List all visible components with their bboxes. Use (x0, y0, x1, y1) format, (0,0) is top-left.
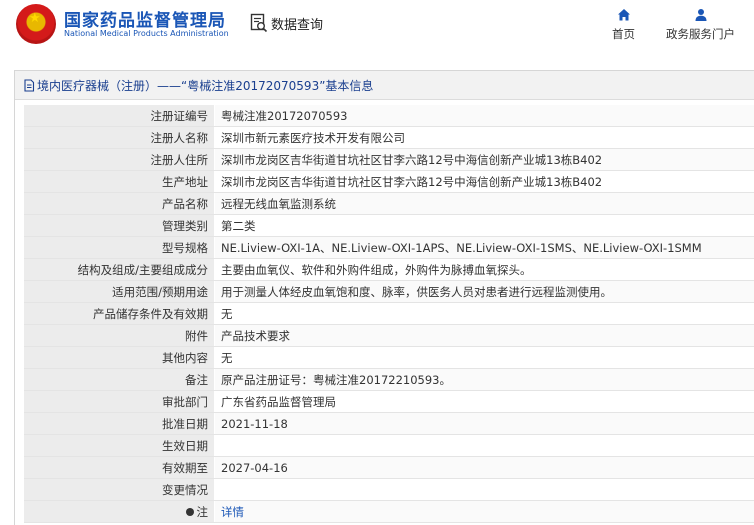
info-row-key: 型号规格 (24, 237, 215, 259)
info-row: 结构及组成/主要组成成分主要由血氧仪、软件和外购件组成，外购件为脉搏血氧探头。 (24, 259, 754, 281)
info-row-value: 第二类 (215, 215, 754, 237)
info-row: 批准日期2021-11-18 (24, 413, 754, 435)
info-row-key: 变更情况 (24, 479, 215, 501)
info-row: 生效日期 (24, 435, 754, 457)
info-row: 管理类别第二类 (24, 215, 754, 237)
nav-service-portal-label: 政务服务门户 (666, 26, 735, 42)
site-logo-subtitle: National Medical Products Administration (64, 29, 229, 38)
nav-service-portal[interactable]: 政务服务门户 (666, 8, 735, 42)
info-row: 注册证编号粤械注准20172070593 (24, 105, 754, 127)
info-row-value: 广东省药品监督管理局 (215, 391, 754, 413)
info-row-key: 批准日期 (24, 413, 215, 435)
info-row-key: 生效日期 (24, 435, 215, 457)
info-row-value: 深圳市新元素医疗技术开发有限公司 (215, 127, 754, 149)
info-row-value: 2021-11-18 (215, 413, 754, 435)
info-row-value: 用于测量人体经皮血氧饱和度、脉率，供医务人员对患者进行远程监测使用。 (215, 281, 754, 303)
info-row-value: 主要由血氧仪、软件和外购件组成，外购件为脉搏血氧探头。 (215, 259, 754, 281)
note-row: 注详情 (24, 501, 754, 523)
note-row-key-label: 注 (197, 505, 209, 519)
info-row: 有效期至2027-04-16 (24, 457, 754, 479)
panel-title: 境内医疗器械（注册）——“粤械注准20172070593”基本信息 (37, 77, 373, 94)
info-row-key: 注册人住所 (24, 149, 215, 171)
top-bar: ★ 国家药品监督管理局 National Medical Products Ad… (0, 0, 754, 56)
info-row-key: 管理类别 (24, 215, 215, 237)
info-row-key: 附件 (24, 325, 215, 347)
data-query-label: 数据查询 (271, 14, 323, 33)
national-emblem-logo: ★ (16, 4, 56, 44)
info-row: 其他内容无 (24, 347, 754, 369)
info-row: 注册人住所深圳市龙岗区吉华街道甘坑社区甘李六路12号中海信创新产业城13栋B40… (24, 149, 754, 171)
info-row: 产品储存条件及有效期无 (24, 303, 754, 325)
info-row: 注册人名称深圳市新元素医疗技术开发有限公司 (24, 127, 754, 149)
info-row-value: 无 (215, 303, 754, 325)
info-row-value (215, 479, 754, 501)
info-row: 备注原产品注册证号：粤械注准20172210593。 (24, 369, 754, 391)
data-query-link[interactable]: 数据查询 (250, 12, 323, 34)
info-row-key: 其他内容 (24, 347, 215, 369)
info-row-key: 适用范围/预期用途 (24, 281, 215, 303)
nav-home[interactable]: 首页 (612, 8, 635, 42)
info-row-value (215, 435, 754, 457)
info-row-key: 产品名称 (24, 193, 215, 215)
info-row-value: 产品技术要求 (215, 325, 754, 347)
detail-link[interactable]: 详情 (221, 505, 244, 519)
document-icon (23, 79, 35, 92)
info-row: 生产地址深圳市龙岗区吉华街道甘坑社区甘李六路12号中海信创新产业城13栋B402 (24, 171, 754, 193)
info-row-value: 无 (215, 347, 754, 369)
note-row-key: 注 (24, 501, 215, 523)
info-row-value: 原产品注册证号：粤械注准20172210593。 (215, 369, 754, 391)
info-row: 产品名称远程无线血氧监测系统 (24, 193, 754, 215)
info-row: 附件产品技术要求 (24, 325, 754, 347)
panel-header: 境内医疗器械（注册）——“粤械注准20172070593”基本信息 (15, 71, 754, 100)
note-row-value: 详情 (215, 501, 754, 523)
info-row-key: 注册证编号 (24, 105, 215, 127)
info-row-value: 远程无线血氧监测系统 (215, 193, 754, 215)
info-row-value: NE.Liview-OXI-1A、NE.Liview-OXI-1APS、NE.L… (215, 237, 754, 259)
site-logo-title[interactable]: 国家药品监督管理局 (64, 6, 226, 31)
info-row-key: 有效期至 (24, 457, 215, 479)
info-row-key: 产品储存条件及有效期 (24, 303, 215, 325)
info-row: 变更情况 (24, 479, 754, 501)
info-row: 适用范围/预期用途用于测量人体经皮血氧饱和度、脉率，供医务人员对患者进行远程监测… (24, 281, 754, 303)
info-row-key: 注册人名称 (24, 127, 215, 149)
info-row-value: 深圳市龙岗区吉华街道甘坑社区甘李六路12号中海信创新产业城13栋B402 (215, 171, 754, 193)
user-icon (694, 8, 708, 22)
info-row: 审批部门广东省药品监督管理局 (24, 391, 754, 413)
info-table: 注册证编号粤械注准20172070593注册人名称深圳市新元素医疗技术开发有限公… (24, 105, 754, 523)
home-icon (617, 8, 631, 22)
detail-panel: 境内医疗器械（注册）——“粤械注准20172070593”基本信息 注册证编号粤… (14, 70, 754, 525)
data-query-icon (250, 13, 268, 33)
info-dot-icon (186, 508, 194, 516)
info-row-key: 生产地址 (24, 171, 215, 193)
info-row: 型号规格NE.Liview-OXI-1A、NE.Liview-OXI-1APS、… (24, 237, 754, 259)
info-row-key: 结构及组成/主要组成成分 (24, 259, 215, 281)
info-row-value: 深圳市龙岗区吉华街道甘坑社区甘李六路12号中海信创新产业城13栋B402 (215, 149, 754, 171)
info-row-key: 审批部门 (24, 391, 215, 413)
info-row-value: 粤械注准20172070593 (215, 105, 754, 127)
info-row-key: 备注 (24, 369, 215, 391)
info-row-value: 2027-04-16 (215, 457, 754, 479)
nav-home-label: 首页 (612, 26, 635, 42)
